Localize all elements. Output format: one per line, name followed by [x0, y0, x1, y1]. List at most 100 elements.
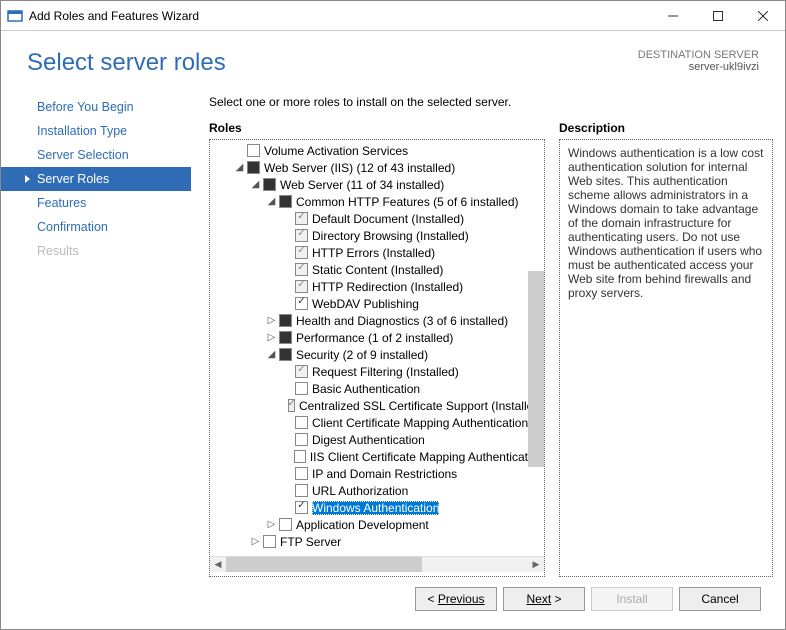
vertical-scrollbar-thumb[interactable]: [528, 271, 544, 467]
tree-label-winAuth[interactable]: Windows Authentication: [312, 501, 439, 515]
tree-node-volAct[interactable]: Volume Activation Services: [210, 142, 544, 159]
scroll-right-icon[interactable]: ▶: [528, 557, 544, 572]
checkbox-iisClientCert[interactable]: [294, 450, 306, 463]
tree-label-appDev[interactable]: Application Development: [296, 518, 429, 532]
checkbox-defaultDoc[interactable]: [295, 212, 308, 225]
tree-node-winAuth[interactable]: Windows Authentication: [210, 499, 544, 516]
checkbox-clientCert[interactable]: [295, 416, 308, 429]
tree-node-security[interactable]: ◢ Security (2 of 9 installed): [210, 346, 544, 363]
tree-label-staticContent[interactable]: Static Content (Installed): [312, 263, 443, 277]
nav-item-confirm[interactable]: Confirmation: [1, 215, 191, 239]
collapse-icon[interactable]: ◢: [250, 179, 261, 190]
tree-node-perf[interactable]: ▷ Performance (1 of 2 installed): [210, 329, 544, 346]
header: Select server roles DESTINATION SERVER s…: [1, 31, 785, 81]
nav-item-before[interactable]: Before You Begin: [1, 95, 191, 119]
tree-node-dirBrowse[interactable]: Directory Browsing (Installed): [210, 227, 544, 244]
horizontal-scrollbar[interactable]: ◀ ▶: [210, 556, 544, 572]
tree-node-appDev[interactable]: ▷ Application Development: [210, 516, 544, 533]
checkbox-security[interactable]: [279, 348, 292, 361]
tree-label-webdav[interactable]: WebDAV Publishing: [312, 297, 419, 311]
checkbox-appDev[interactable]: [279, 518, 292, 531]
nav-item-serverSel[interactable]: Server Selection: [1, 143, 191, 167]
checkbox-winAuth[interactable]: [295, 501, 308, 514]
tree-node-digest[interactable]: Digest Authentication: [210, 431, 544, 448]
collapse-icon[interactable]: ◢: [266, 349, 277, 360]
checkbox-dirBrowse[interactable]: [295, 229, 308, 242]
tree-label-commonHttp[interactable]: Common HTTP Features (5 of 6 installed): [296, 195, 519, 209]
checkbox-digest[interactable]: [295, 433, 308, 446]
tree-label-httpRedirect[interactable]: HTTP Redirection (Installed): [312, 280, 463, 294]
tree-node-basicAuth[interactable]: Basic Authentication: [210, 380, 544, 397]
tree-label-urlAuth[interactable]: URL Authorization: [312, 484, 408, 498]
tree-label-dirBrowse[interactable]: Directory Browsing (Installed): [312, 229, 469, 243]
checkbox-basicAuth[interactable]: [295, 382, 308, 395]
tree-node-reqFilter[interactable]: Request Filtering (Installed): [210, 363, 544, 380]
tree-label-ftp[interactable]: FTP Server: [280, 535, 341, 549]
horizontal-scrollbar-thumb[interactable]: [226, 557, 422, 572]
checkbox-httpErrors[interactable]: [295, 246, 308, 259]
tree-node-iisClientCert[interactable]: IIS Client Certificate Mapping Authentic…: [210, 448, 544, 465]
nav-item-serverRoles[interactable]: Server Roles: [1, 167, 191, 191]
checkbox-ipDomain[interactable]: [295, 467, 308, 480]
checkbox-health[interactable]: [279, 314, 292, 327]
tree-node-webdav[interactable]: WebDAV Publishing: [210, 295, 544, 312]
expand-icon[interactable]: ▷: [266, 332, 277, 343]
checkbox-ftp[interactable]: [263, 535, 276, 548]
tree-label-defaultDoc[interactable]: Default Document (Installed): [312, 212, 464, 226]
tree-node-ipDomain[interactable]: IP and Domain Restrictions: [210, 465, 544, 482]
previous-button[interactable]: < Previous: [415, 587, 497, 611]
checkbox-webServer[interactable]: [263, 178, 276, 191]
tree-node-defaultDoc[interactable]: Default Document (Installed): [210, 210, 544, 227]
tree-label-basicAuth[interactable]: Basic Authentication: [312, 382, 420, 396]
tree-node-httpRedirect[interactable]: HTTP Redirection (Installed): [210, 278, 544, 295]
expand-icon[interactable]: ▷: [266, 315, 277, 326]
tree-label-security[interactable]: Security (2 of 9 installed): [296, 348, 428, 362]
tree-node-iis[interactable]: ◢ Web Server (IIS) (12 of 43 installed): [210, 159, 544, 176]
tree-node-health[interactable]: ▷ Health and Diagnostics (3 of 6 installe…: [210, 312, 544, 329]
nav-item-instType[interactable]: Installation Type: [1, 119, 191, 143]
tree-label-reqFilter[interactable]: Request Filtering (Installed): [312, 365, 459, 379]
install-button[interactable]: Install: [591, 587, 673, 611]
tree-node-centSsl[interactable]: Centralized SSL Certificate Support (Ins…: [210, 397, 544, 414]
tree-label-webServer[interactable]: Web Server (11 of 34 installed): [280, 178, 444, 192]
tree-label-iis[interactable]: Web Server (IIS) (12 of 43 installed): [264, 161, 455, 175]
tree-node-httpErrors[interactable]: HTTP Errors (Installed): [210, 244, 544, 261]
tree-label-health[interactable]: Health and Diagnostics (3 of 6 installed…: [296, 314, 508, 328]
scroll-left-icon[interactable]: ◀: [210, 557, 226, 572]
checkbox-centSsl[interactable]: [288, 399, 294, 412]
maximize-button[interactable]: [695, 1, 740, 31]
tree-node-webServer[interactable]: ◢ Web Server (11 of 34 installed): [210, 176, 544, 193]
collapse-icon[interactable]: ◢: [234, 162, 245, 173]
checkbox-httpRedirect[interactable]: [295, 280, 308, 293]
nav-item-features[interactable]: Features: [1, 191, 191, 215]
checkbox-iis[interactable]: [247, 161, 260, 174]
checkbox-commonHttp[interactable]: [279, 195, 292, 208]
tree-node-staticContent[interactable]: Static Content (Installed): [210, 261, 544, 278]
tree-label-centSsl[interactable]: Centralized SSL Certificate Support (Ins…: [299, 399, 544, 413]
tree-label-perf[interactable]: Performance (1 of 2 installed): [296, 331, 453, 345]
collapse-icon[interactable]: ◢: [266, 196, 277, 207]
checkbox-urlAuth[interactable]: [295, 484, 308, 497]
tree-label-iisClientCert[interactable]: IIS Client Certificate Mapping Authentic…: [310, 450, 544, 464]
minimize-button[interactable]: [650, 1, 695, 31]
tree-node-clientCert[interactable]: Client Certificate Mapping Authenticatio…: [210, 414, 544, 431]
tree-label-volAct[interactable]: Volume Activation Services: [264, 144, 408, 158]
expand-icon[interactable]: ▷: [250, 536, 261, 547]
next-button[interactable]: Next >: [503, 587, 585, 611]
tree-label-digest[interactable]: Digest Authentication: [312, 433, 425, 447]
checkbox-reqFilter[interactable]: [295, 365, 308, 378]
checkbox-webdav[interactable]: [295, 297, 308, 310]
checkbox-staticContent[interactable]: [295, 263, 308, 276]
roles-tree[interactable]: Volume Activation Services◢Web Server (I…: [209, 139, 545, 577]
tree-node-ftp[interactable]: ▷ FTP Server: [210, 533, 544, 550]
tree-node-urlAuth[interactable]: URL Authorization: [210, 482, 544, 499]
tree-node-commonHttp[interactable]: ◢ Common HTTP Features (5 of 6 installed): [210, 193, 544, 210]
close-button[interactable]: [740, 1, 785, 31]
tree-label-httpErrors[interactable]: HTTP Errors (Installed): [312, 246, 435, 260]
checkbox-perf[interactable]: [279, 331, 292, 344]
checkbox-volAct[interactable]: [247, 144, 260, 157]
cancel-button[interactable]: Cancel: [679, 587, 761, 611]
tree-label-clientCert[interactable]: Client Certificate Mapping Authenticatio…: [312, 416, 528, 430]
tree-label-ipDomain[interactable]: IP and Domain Restrictions: [312, 467, 457, 481]
expand-icon[interactable]: ▷: [266, 519, 277, 530]
